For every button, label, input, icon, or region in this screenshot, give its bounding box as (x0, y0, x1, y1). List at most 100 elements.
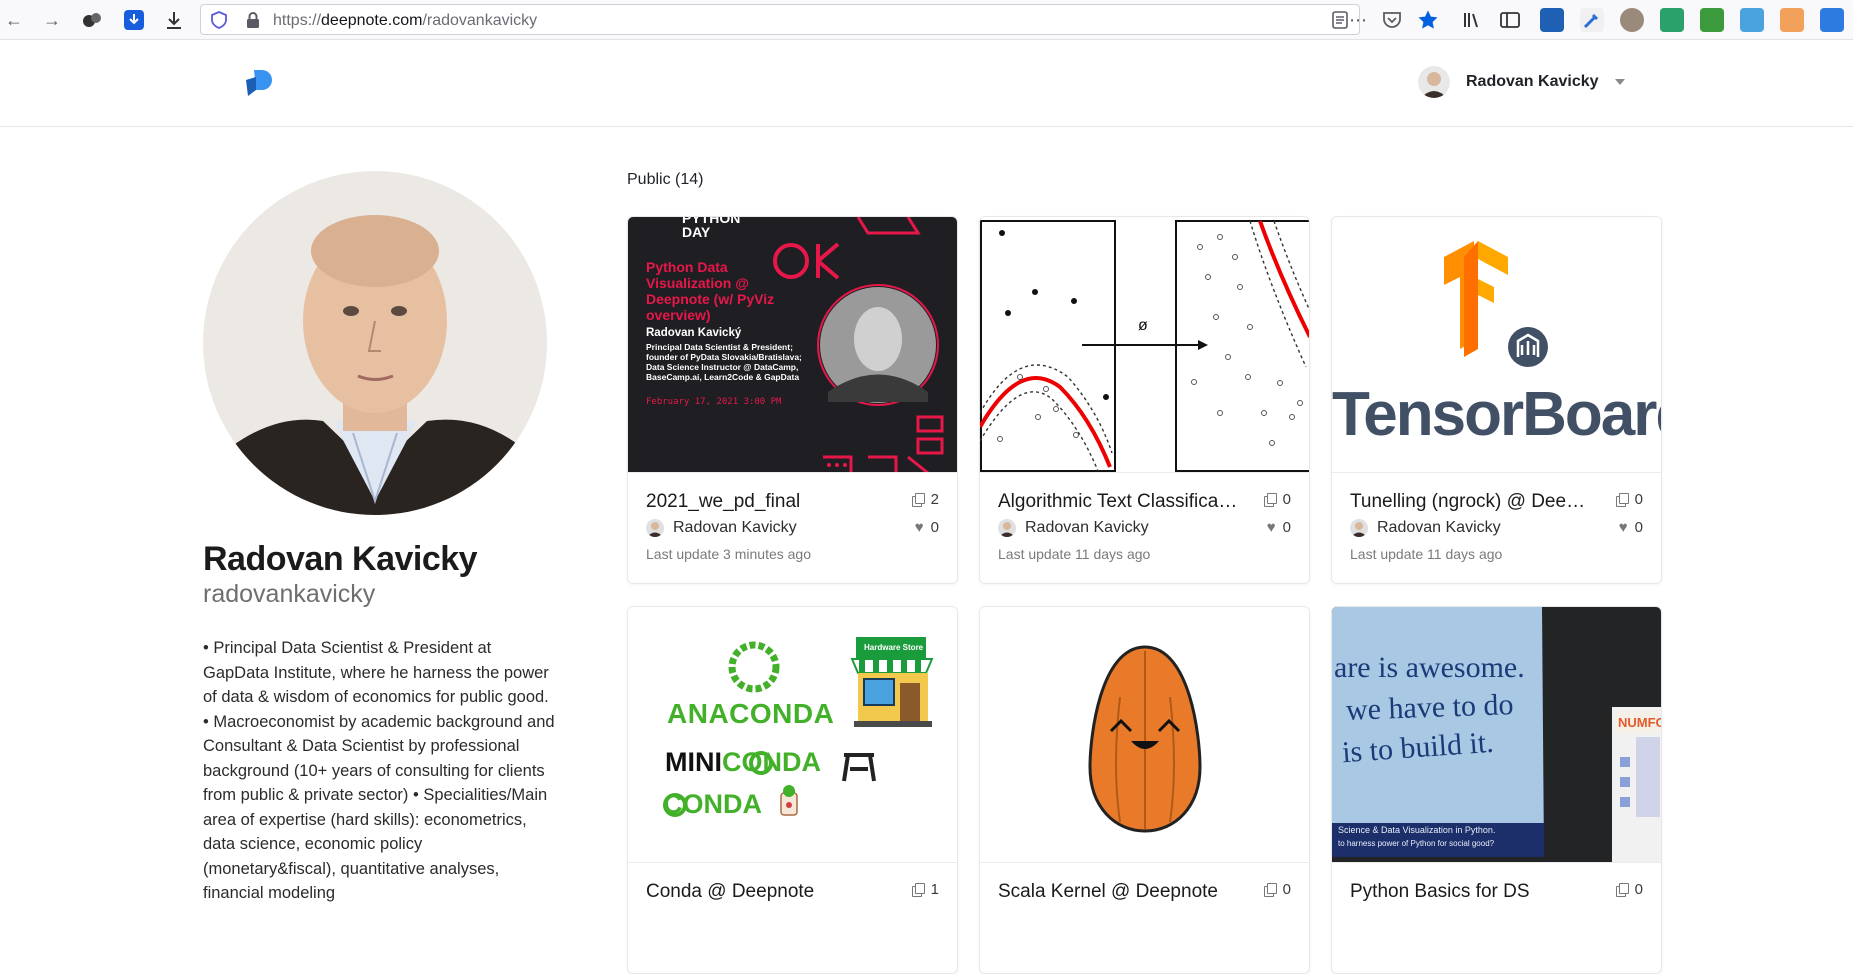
slide-caption-1: Science & Data Visualization in Python. (1338, 825, 1496, 835)
card-body: Python Basics for DS 0 (1332, 863, 1661, 973)
password-manager-icon[interactable] (120, 6, 148, 34)
duplicate-count: 0 (1615, 881, 1643, 898)
project-card[interactable]: Scala Kernel @ Deepnote 0 (979, 606, 1310, 974)
author-name[interactable]: Radovan Kavicky (1377, 519, 1501, 537)
project-author[interactable]: Radovan Kavicky (998, 519, 1149, 537)
duplicate-icon (911, 883, 925, 897)
miniconda-wordmark: MINICONDA (665, 747, 821, 777)
extension-money-icon[interactable] (1700, 8, 1724, 32)
last-update: Last update 11 days ago (998, 546, 1151, 562)
extension-eyedropper-icon[interactable] (1580, 8, 1604, 32)
project-title[interactable]: 2021_we_pd_final (646, 491, 886, 513)
numfocus-sign: NUMFO (1618, 715, 1661, 730)
thumbnail-speaker: Radovan Kavický (646, 327, 742, 339)
profile-photo (203, 171, 547, 515)
download-icon[interactable] (160, 6, 188, 34)
heart-icon[interactable]: ♥ (915, 519, 924, 536)
user-name[interactable]: Radovan Kavicky (1466, 73, 1599, 91)
project-thumbnail[interactable]: ø (980, 217, 1309, 473)
project-title[interactable]: Python Basics for DS (1350, 881, 1590, 903)
project-card[interactable]: ø Algorithmic Text Classification 0 Rado… (979, 216, 1310, 584)
app-header: Radovan Kavicky (0, 40, 1853, 127)
last-update: Last update 11 days ago (1350, 546, 1503, 562)
library-icon[interactable] (1458, 6, 1486, 34)
section-label-public: Public (14) (627, 171, 704, 188)
address-bar[interactable]: https://deepnote.com/radovankavicky (200, 4, 1360, 35)
duplicate-icon (1615, 883, 1629, 897)
back-icon[interactable]: ← (0, 6, 28, 34)
project-thumbnail[interactable] (980, 607, 1309, 863)
more-actions-icon[interactable]: ⋯ (1344, 6, 1372, 34)
thumbnail-symbol: ø (1138, 317, 1148, 334)
profile-handle: radovankavicky (203, 580, 376, 608)
card-body: 2021_we_pd_final 2 Radovan Kavicky ♥ 0 La… (628, 473, 957, 583)
project-card[interactable]: are is awesome. we have to do is to buil… (1331, 606, 1662, 974)
project-card[interactable]: PYTHON DAY Python Data Visualization @ D… (627, 216, 958, 584)
browser-toolbar: ← → https://deepnote.com/radovankavicky … (0, 0, 1853, 40)
project-thumbnail[interactable]: PYTHON DAY Python Data Visualization @ D… (628, 217, 957, 473)
bookmark-star-icon[interactable] (1414, 6, 1442, 34)
author-name[interactable]: Radovan Kavicky (1025, 519, 1149, 537)
avatar (998, 519, 1016, 537)
slide-line-1: are is awesome. (1334, 651, 1525, 684)
extension-notes-icon[interactable] (1820, 8, 1844, 32)
heart-icon[interactable]: ♥ (1619, 519, 1628, 536)
sidebar-icon[interactable] (1496, 6, 1524, 34)
project-title[interactable]: Tunelling (ngrock) @ Deepnote (1350, 491, 1590, 513)
deepnote-logo[interactable] (244, 66, 276, 98)
user-menu[interactable]: Radovan Kavicky (1418, 65, 1625, 99)
url-text[interactable]: https://deepnote.com/radovankavicky (273, 12, 537, 30)
project-author[interactable]: Radovan Kavicky (646, 519, 797, 537)
duplicate-count: 0 (1263, 491, 1291, 508)
forward-icon[interactable]: → (38, 6, 66, 34)
store-sign: Hardware Store (864, 643, 924, 652)
card-body: Scala Kernel @ Deepnote 0 (980, 863, 1309, 973)
lock-icon[interactable] (245, 11, 261, 29)
like-count[interactable]: ♥ 0 (1267, 519, 1291, 536)
profile-name: Radovan Kavicky (203, 540, 478, 578)
avatar (646, 519, 664, 537)
extension-icon[interactable] (78, 6, 106, 34)
project-author[interactable]: Radovan Kavicky (1350, 519, 1501, 537)
slide-caption-2: to harness power of Python for social go… (1338, 839, 1495, 848)
extension-orange-icon[interactable] (1780, 8, 1804, 32)
duplicate-icon (911, 493, 925, 507)
duplicate-icon (1263, 493, 1277, 507)
like-count[interactable]: ♥ 0 (1619, 519, 1643, 536)
heart-icon[interactable]: ♥ (1267, 519, 1276, 536)
like-count[interactable]: ♥ 0 (915, 519, 939, 536)
project-title[interactable]: Algorithmic Text Classification (998, 491, 1238, 513)
last-update: Last update 3 minutes ago (646, 546, 812, 562)
thumbnail-headline: Python Data Visualization @ Deepnote (w/… (646, 259, 775, 323)
profile-bio: • Principal Data Scientist & President a… (203, 639, 555, 902)
card-body: Conda @ Deepnote 1 (628, 863, 957, 973)
duplicate-count: 0 (1263, 881, 1291, 898)
pocket-icon[interactable] (1378, 6, 1406, 34)
chevron-down-icon[interactable] (1614, 79, 1625, 85)
duplicate-count: 0 (1615, 491, 1643, 508)
avatar (1350, 519, 1368, 537)
duplicate-icon (1615, 493, 1629, 507)
shield-icon[interactable] (211, 11, 227, 29)
project-thumbnail[interactable]: are is awesome. we have to do is to buil… (1332, 607, 1661, 863)
extension-blue-icon[interactable] (1740, 8, 1764, 32)
thumbnail-speaker-bio: Principal Data Scientist & President; fo… (646, 342, 802, 382)
project-thumbnail[interactable]: TensorBoard (1332, 217, 1661, 473)
thumbnail-date: February 17, 2021 3:00 PM (646, 397, 782, 407)
author-name[interactable]: Radovan Kavicky (673, 519, 797, 537)
duplicate-count: 1 (911, 881, 939, 898)
conda-wordmark: CONDA (663, 789, 762, 819)
anaconda-wordmark: ANACONDA (667, 698, 835, 729)
extension-avatar-icon[interactable] (1620, 8, 1644, 32)
avatar[interactable] (1418, 66, 1450, 98)
project-thumbnail[interactable]: ANACONDA MINICONDA CONDA Hardware Store (628, 607, 957, 863)
duplicate-count: 2 (911, 491, 939, 508)
thumbnail-kicker: PYTHON DAY (682, 217, 741, 240)
project-card[interactable]: ANACONDA MINICONDA CONDA Hardware Store … (627, 606, 958, 974)
extension-yandex-icon[interactable] (1540, 8, 1564, 32)
extension-green-icon[interactable] (1660, 8, 1684, 32)
project-card[interactable]: TensorBoard Tunelling (ngrock) @ Deepnot… (1331, 216, 1662, 584)
slide-line-2: we have to do (1345, 688, 1514, 727)
project-title[interactable]: Scala Kernel @ Deepnote (998, 881, 1238, 903)
project-title[interactable]: Conda @ Deepnote (646, 881, 886, 903)
